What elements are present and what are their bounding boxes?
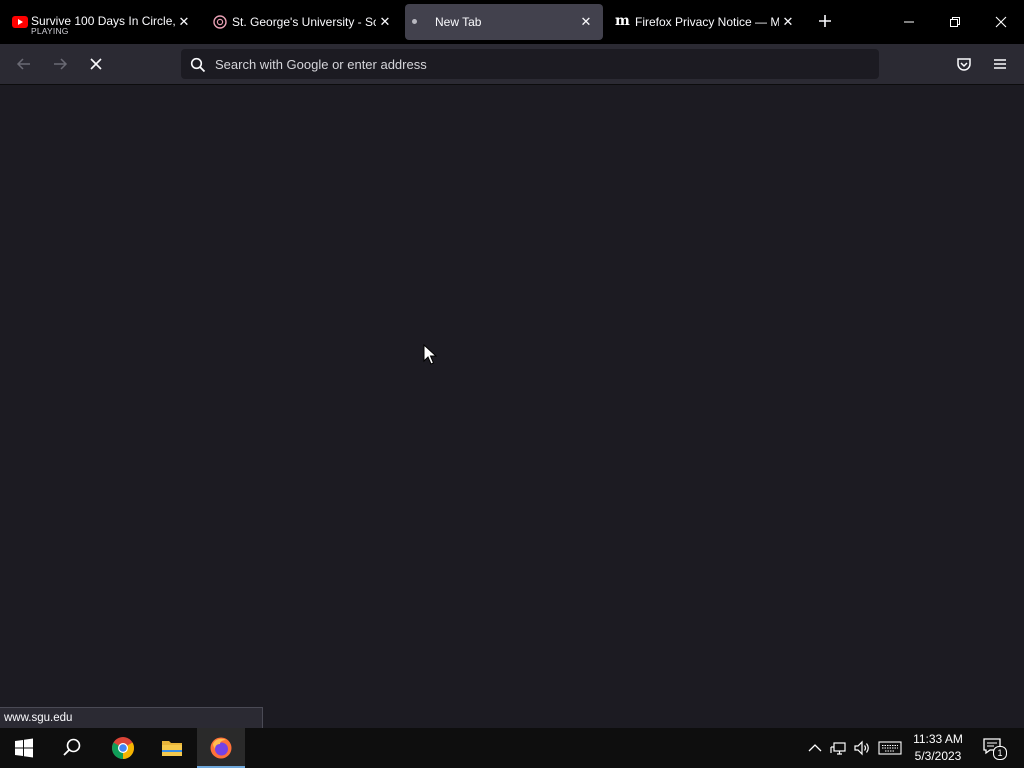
back-arrow-icon[interactable] bbox=[14, 54, 34, 74]
hamburger-menu-icon[interactable] bbox=[990, 54, 1010, 74]
address-input[interactable] bbox=[215, 54, 855, 74]
notification-count-badge: 1 bbox=[993, 746, 1007, 760]
forward-arrow-icon[interactable] bbox=[50, 54, 70, 74]
close-window-icon[interactable] bbox=[987, 8, 1015, 36]
loading-dot-icon bbox=[412, 19, 417, 24]
windows-taskbar: 11:33 AM 5/3/2023 1 bbox=[0, 728, 1024, 768]
tab-youtube[interactable]: Survive 100 Days In Circle, Win $500,000… bbox=[4, 4, 200, 40]
start-button[interactable] bbox=[0, 728, 48, 768]
chrome-icon bbox=[112, 737, 134, 759]
tab-close-button[interactable]: ✕ bbox=[176, 14, 192, 30]
page-content bbox=[0, 85, 1024, 728]
folder-icon bbox=[162, 741, 182, 756]
tab-close-button[interactable]: ✕ bbox=[578, 14, 594, 30]
address-bar[interactable] bbox=[181, 49, 879, 79]
status-url: www.sgu.edu bbox=[4, 712, 73, 724]
globe-icon bbox=[213, 15, 227, 29]
youtube-icon bbox=[12, 16, 28, 28]
firefox-icon bbox=[210, 737, 232, 759]
restore-icon[interactable] bbox=[941, 8, 969, 36]
keyboard-icon[interactable] bbox=[878, 738, 902, 758]
tab-firefox-privacy[interactable]: m Firefox Privacy Notice — Mozilla ✕ bbox=[608, 4, 804, 40]
minimize-icon[interactable] bbox=[895, 8, 923, 36]
mouse-pointer-icon bbox=[423, 344, 437, 365]
file-explorer-taskbar-button[interactable] bbox=[148, 728, 196, 768]
clock-time: 11:33 AM bbox=[913, 732, 963, 746]
search-icon bbox=[190, 57, 206, 73]
clock-date: 5/3/2023 bbox=[914, 749, 962, 763]
tab-strip: Survive 100 Days In Circle, Win $500,000… bbox=[0, 0, 1024, 44]
tab-title: Firefox Privacy Notice — Mozilla bbox=[635, 15, 779, 29]
search-button[interactable] bbox=[48, 728, 96, 768]
tab-title: New Tab bbox=[435, 15, 482, 29]
action-center-button[interactable]: 1 bbox=[982, 737, 1007, 760]
firefox-taskbar-button[interactable] bbox=[197, 728, 245, 768]
tab-close-button[interactable]: ✕ bbox=[377, 14, 393, 30]
taskbar-clock[interactable]: 11:33 AM 5/3/2023 bbox=[906, 731, 970, 765]
tab-new-tab[interactable]: New Tab ✕ bbox=[405, 4, 603, 40]
new-tab-plus-icon[interactable] bbox=[815, 11, 835, 31]
status-panel: www.sgu.edu bbox=[0, 707, 263, 729]
volume-icon[interactable] bbox=[852, 738, 872, 758]
search-icon bbox=[63, 738, 81, 756]
stop-loading-icon[interactable] bbox=[86, 54, 106, 74]
chrome-taskbar-button[interactable] bbox=[99, 728, 147, 768]
navigation-toolbar bbox=[0, 44, 1024, 85]
mozilla-icon: m bbox=[615, 13, 630, 29]
windows-logo-icon bbox=[15, 738, 33, 758]
tab-close-button[interactable]: ✕ bbox=[780, 14, 796, 30]
tab-title: St. George's University - School of Medi… bbox=[232, 15, 376, 29]
tab-playing-label: PLAYING bbox=[31, 26, 69, 36]
tab-sgu[interactable]: St. George's University - School of Medi… bbox=[205, 4, 401, 40]
network-icon[interactable] bbox=[829, 738, 849, 758]
pocket-icon[interactable] bbox=[954, 54, 974, 74]
chevron-up-icon[interactable] bbox=[805, 738, 825, 758]
